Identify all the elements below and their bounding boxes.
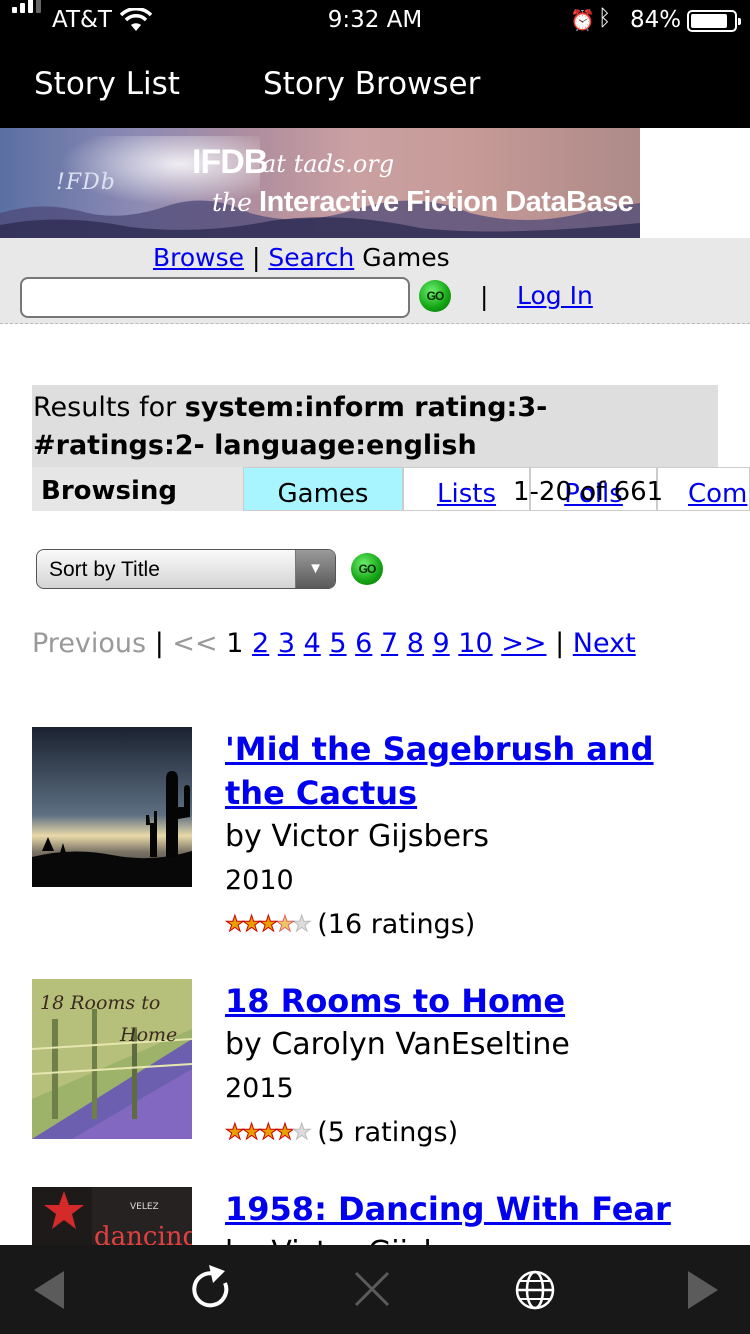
game-year: 2010 — [225, 865, 294, 896]
alarm-icon: ⏰ — [570, 8, 595, 32]
sort-selected-value: Sort by Title — [49, 558, 160, 581]
current-page: 1 — [226, 628, 244, 659]
separator: | — [480, 282, 489, 311]
page-link[interactable]: 3 — [278, 628, 295, 659]
results-prefix: Results for — [33, 392, 185, 423]
page-link[interactable]: 6 — [355, 628, 372, 659]
page-link[interactable]: 2 — [252, 628, 269, 659]
page-link[interactable]: 8 — [407, 628, 424, 659]
sort-go-button[interactable]: GO — [351, 553, 383, 585]
site-links: Browse | Search Games — [153, 243, 450, 272]
battery-percent: 84% — [630, 7, 682, 33]
sort-select[interactable]: Sort by Title ▼ — [36, 549, 336, 589]
tab-competitions[interactable]: Com — [657, 467, 750, 511]
app-header: AT&T 9:32 AM ⏰ ᛒ 84% Story List Story Br… — [0, 0, 750, 128]
rating-count: (5 ratings) — [317, 1117, 459, 1148]
cover-text: Home — [119, 1024, 177, 1046]
dropdown-arrow-icon: ▼ — [295, 550, 335, 588]
login-link[interactable]: Log In — [517, 281, 593, 310]
game-cover-image[interactable]: VELEZ dancing — [32, 1187, 192, 1245]
tab-story-browser[interactable]: Story Browser — [263, 66, 480, 102]
page-link[interactable]: 4 — [304, 628, 321, 659]
search-input[interactable] — [20, 277, 410, 318]
page-link[interactable]: 7 — [381, 628, 398, 659]
back-icon[interactable] — [30, 1245, 70, 1334]
pager-separator: | — [555, 628, 565, 659]
game-info: 'Mid the Sagebrush and the Cactus by Vict… — [224, 727, 695, 947]
result-count: 1-20 of 661 — [513, 477, 664, 507]
battery-icon — [687, 10, 741, 32]
game-cover-image[interactable]: 18 Rooms to Home — [32, 979, 192, 1139]
separator: | — [251, 243, 261, 272]
cover-text: 18 Rooms to — [40, 992, 160, 1014]
search-link[interactable]: Search — [268, 243, 354, 272]
pager-separator: | — [154, 628, 164, 659]
bluetooth-icon: ᛒ — [598, 6, 612, 31]
game-rating: ★★★★★ (16 ratings) — [224, 903, 695, 947]
search-go-button[interactable]: GO — [419, 280, 451, 312]
rating-count: (16 ratings) — [317, 909, 476, 940]
results-header: Results for system:inform rating:3- #rat… — [32, 385, 718, 467]
pagination: Previous | << 1 2 3 4 5 6 7 8 9 10 >> | … — [32, 628, 636, 659]
browse-link[interactable]: Browse — [153, 243, 244, 272]
page-link[interactable]: 9 — [433, 628, 450, 659]
rating-stars-icon: ★★★★★ — [224, 912, 312, 938]
bottom-toolbar — [0, 1245, 750, 1334]
game-author: by Carolyn VanEseltine — [225, 1027, 570, 1062]
game-rating: ★★★★★ (5 ratings) — [225, 1111, 695, 1155]
game-year: 2015 — [225, 1073, 294, 1104]
tab-games[interactable]: Games — [243, 467, 403, 511]
last-page-link[interactable]: >> — [501, 628, 546, 659]
first-page-link: << — [172, 628, 218, 659]
forward-icon[interactable] — [684, 1245, 724, 1334]
ifdb-banner-logo[interactable]: !FDb IFDB at tads.org the Interactive Fi… — [0, 128, 640, 238]
next-link[interactable]: Next — [573, 628, 636, 659]
page-link[interactable]: 5 — [329, 628, 346, 659]
stop-icon[interactable] — [350, 1245, 396, 1334]
rating-stars-icon: ★★★★★ — [225, 1120, 313, 1146]
cover-text: VELEZ — [130, 1202, 159, 1212]
tab-lists[interactable]: Lists — [403, 467, 530, 511]
site-search-bar: Browse | Search Games GO | Log In — [0, 238, 750, 324]
game-title-link[interactable]: 1958: Dancing With Fear — [225, 1187, 695, 1231]
game-info: 18 Rooms to Home by Carolyn VanEseltine … — [225, 979, 695, 1155]
games-label: Games — [362, 243, 450, 272]
previous-link: Previous — [32, 628, 147, 659]
status-bar: AT&T 9:32 AM ⏰ ᛒ 84% — [0, 0, 750, 40]
browsing-label: Browsing — [32, 467, 243, 511]
game-title-link[interactable]: 'Mid the Sagebrush and the Cactus — [225, 727, 695, 815]
reload-icon[interactable] — [185, 1245, 235, 1334]
tab-story-list[interactable]: Story List — [34, 66, 180, 102]
game-author: by Victor Gijsbers — [225, 819, 490, 854]
game-title-link[interactable]: 18 Rooms to Home — [225, 979, 695, 1023]
cover-text: dancing — [94, 1222, 192, 1245]
game-cover-image[interactable] — [32, 727, 192, 887]
globe-icon[interactable] — [512, 1245, 558, 1334]
page-link[interactable]: 10 — [458, 628, 492, 659]
